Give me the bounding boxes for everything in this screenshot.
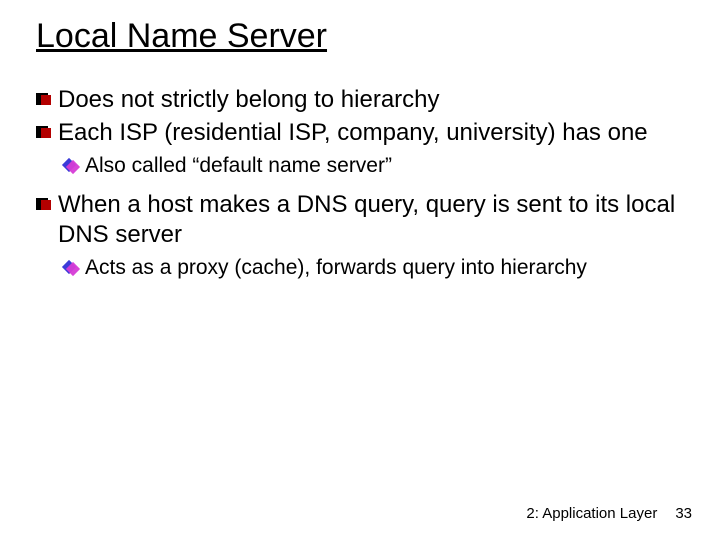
square-bullet-icon	[36, 198, 48, 210]
square-bullet-icon	[36, 126, 48, 138]
bullet-text: Acts as a proxy (cache), forwards query …	[85, 255, 684, 282]
slide-footer: 2: Application Layer 33	[526, 505, 692, 522]
diamond-bullet-icon	[64, 160, 75, 171]
bullet-text: Also called “default name server”	[85, 153, 684, 180]
bullet-level1: When a host makes a DNS query, query is …	[36, 190, 684, 251]
slide-title: Local Name Server	[36, 18, 684, 55]
slide: Local Name Server Does not strictly belo…	[0, 0, 720, 540]
bullet-text: Does not strictly belong to hierarchy	[58, 85, 684, 116]
bullet-level2: Also called “default name server”	[36, 153, 684, 180]
footer-section: 2: Application Layer	[526, 505, 657, 522]
diamond-bullet-icon	[64, 262, 75, 273]
slide-body: Does not strictly belong to hierarchy Ea…	[36, 85, 684, 282]
footer-page-number: 33	[675, 505, 692, 522]
bullet-text: Each ISP (residential ISP, company, univ…	[58, 118, 684, 149]
bullet-level2: Acts as a proxy (cache), forwards query …	[36, 255, 684, 282]
bullet-level1: Does not strictly belong to hierarchy	[36, 85, 684, 116]
bullet-text: When a host makes a DNS query, query is …	[58, 190, 684, 251]
square-bullet-icon	[36, 93, 48, 105]
bullet-level1: Each ISP (residential ISP, company, univ…	[36, 118, 684, 149]
